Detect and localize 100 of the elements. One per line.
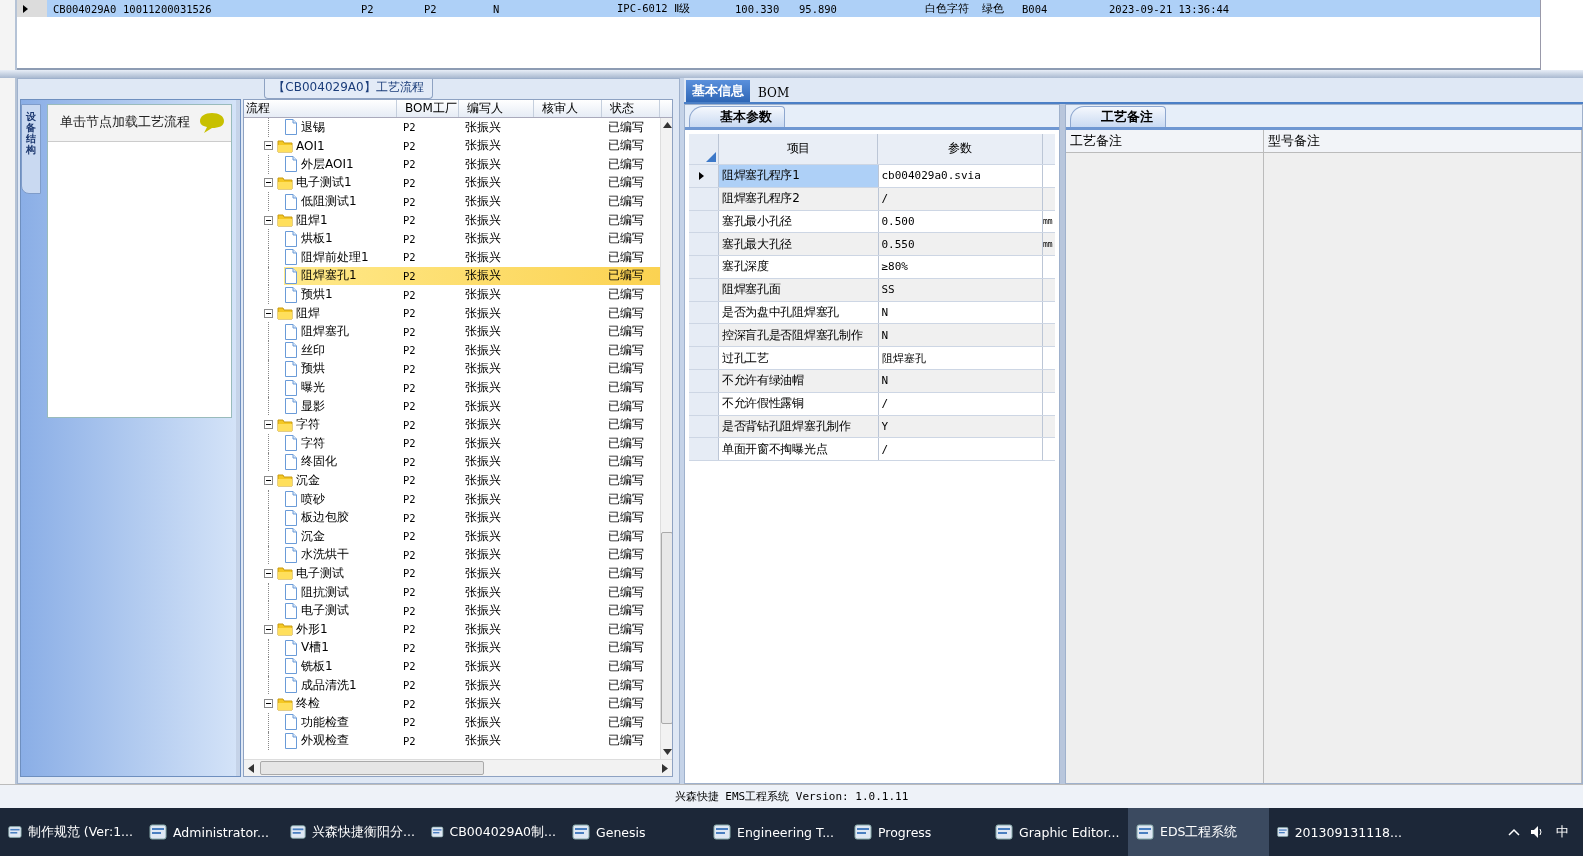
taskbar-button[interactable]: Engineering T... [705, 808, 846, 856]
tree-node-label[interactable]: 烘板1 [301, 230, 333, 248]
column-header[interactable]: 编写人 [459, 99, 534, 117]
table-cell: 张振兴 [465, 397, 501, 415]
collapse-button[interactable] [264, 420, 273, 430]
tree-node-label[interactable]: 沉金 [296, 472, 320, 489]
taskbar-button[interactable]: 制作规范 (Ver:1... [0, 808, 141, 856]
horizontal-scrollbar[interactable] [244, 759, 672, 777]
document-icon [284, 435, 298, 452]
tree-node-label[interactable]: AOI1 [296, 138, 325, 153]
scroll-left-icon[interactable] [248, 763, 254, 773]
taskbar-button[interactable]: 201309131118... [1269, 808, 1410, 856]
tree-node-label[interactable]: 阻焊 [296, 304, 320, 322]
tree-node-label[interactable]: 曝光 [301, 379, 325, 396]
column-header[interactable]: 参数 [878, 133, 1044, 164]
document-icon [284, 714, 298, 731]
taskbar-button[interactable]: EDS工程系统 [1128, 808, 1269, 856]
table-cell: 张振兴 [465, 360, 501, 378]
tree-node-label[interactable]: 外形1 [296, 620, 328, 638]
scrollbar-thumb[interactable] [260, 761, 484, 776]
table-cell: 张振兴 [465, 639, 501, 657]
tree-node-label[interactable]: 电子测试 [296, 564, 344, 582]
tree-node-label[interactable]: 阻焊塞孔1 [301, 267, 357, 285]
tree-node-label[interactable]: 退锡 [301, 118, 325, 136]
tree-node-label[interactable]: 终固化 [301, 453, 337, 471]
tree-node-label[interactable]: 预烘1 [301, 286, 333, 304]
tree-node-label[interactable]: 显影 [301, 397, 325, 415]
vertical-scrollbar[interactable] [660, 117, 672, 760]
splitter-handle[interactable] [680, 77, 684, 785]
tree-node-label[interactable]: 功能检查 [301, 713, 349, 731]
input-method-indicator[interactable]: 中 [1556, 823, 1569, 841]
tree-node-label[interactable]: 电子测试 [301, 602, 349, 620]
column-header[interactable]: BOM工厂 [397, 99, 459, 117]
scroll-right-icon[interactable] [662, 763, 668, 773]
document-icon [284, 267, 298, 284]
collapse-button[interactable] [264, 178, 273, 188]
taskbar-button[interactable]: CB004029A0制... [423, 808, 564, 856]
tree-node-label[interactable]: 字符 [301, 434, 325, 452]
scrollbar-thumb[interactable] [661, 532, 672, 725]
tab[interactable]: 基本信息 [686, 79, 750, 102]
tab[interactable]: 基本参数 [689, 105, 785, 127]
table-cell-text: P2 [423, 2, 438, 15]
splitter-handle[interactable] [1060, 103, 1065, 785]
collapse-button[interactable] [264, 699, 273, 709]
column-header[interactable]: 流程 [244, 99, 397, 117]
splitter-handle[interactable] [0, 69, 1583, 78]
tree-node-label[interactable]: 外层AOI1 [301, 155, 354, 173]
splitter-handle[interactable] [236, 99, 240, 777]
collapse-button[interactable] [264, 624, 273, 634]
table-cell: P2 [403, 288, 416, 301]
taskbar-button[interactable]: Administrator... [141, 808, 282, 856]
tree-node-label[interactable]: 成品清洗1 [301, 676, 357, 694]
tree-node-label[interactable]: 外观检查 [301, 732, 349, 750]
taskbar-button[interactable]: Progress [846, 808, 987, 856]
column-header[interactable]: 核审人 [534, 99, 602, 117]
scroll-down-icon[interactable] [662, 749, 672, 756]
document-icon [284, 732, 298, 749]
table-cell: 控深盲孔是否阻焊塞孔制作 [718, 324, 879, 347]
tab[interactable]: 工艺备注 [1070, 105, 1166, 127]
tree-node-label[interactable]: 阻抗测试 [301, 583, 349, 601]
tree-node-label[interactable]: 阻焊1 [296, 211, 328, 229]
unit-label: mm [1043, 216, 1053, 226]
tree-node-label[interactable]: 字符 [296, 416, 320, 434]
taskbar-button[interactable]: Graphic Editor... [987, 808, 1128, 856]
chevron-up-icon[interactable] [1508, 828, 1520, 836]
table-cell: 张振兴 [465, 267, 501, 285]
tree-node-label[interactable]: 沉金 [301, 527, 325, 545]
tree-node-label[interactable]: 电子测试1 [296, 174, 352, 192]
column-header[interactable]: 状态 [602, 99, 660, 117]
collapse-button[interactable] [264, 308, 273, 318]
collapse-button[interactable] [264, 141, 273, 151]
tree-node-label[interactable]: V槽1 [301, 639, 329, 657]
taskbar-button[interactable]: Genesis [564, 808, 705, 856]
tree-node-label[interactable]: 水洗烘干 [301, 546, 349, 564]
tree-node-label[interactable]: 喷砂 [301, 490, 325, 508]
tree-node-label[interactable]: 终检 [296, 695, 320, 713]
tree-node-label[interactable]: 预烘 [301, 360, 325, 378]
tree-node-label[interactable]: 板边包胶 [301, 509, 349, 527]
tree-node-label[interactable]: 低阻测试1 [301, 193, 357, 211]
taskbar-button[interactable]: 兴森快捷衡阳分... [282, 808, 423, 856]
collapse-button[interactable] [264, 215, 273, 225]
column-header[interactable]: 项目 [718, 133, 879, 164]
tree-node-label[interactable]: 阻焊前处理1 [301, 248, 369, 266]
table-cell: 已编写 [608, 695, 644, 713]
table-cell: P2 [403, 418, 416, 431]
scroll-up-icon[interactable] [662, 121, 672, 128]
vertical-tab[interactable]: 设备结构 [21, 103, 41, 194]
tree-node-label[interactable]: 丝印 [301, 341, 325, 359]
document-icon [284, 546, 298, 563]
collapse-button[interactable] [264, 476, 273, 485]
collapse-button[interactable] [264, 568, 273, 578]
document-icon [284, 584, 298, 601]
table-cell: 张振兴 [465, 137, 501, 155]
row-header[interactable] [17, 0, 47, 17]
table-cell: N [878, 324, 1044, 347]
tree-node-label[interactable]: 铣板1 [301, 657, 333, 675]
tab[interactable]: BOM [752, 83, 796, 102]
tree-node-label[interactable]: 阻焊塞孔 [301, 323, 349, 341]
table-cell: 已编写 [608, 472, 644, 489]
row-header[interactable] [689, 164, 719, 187]
